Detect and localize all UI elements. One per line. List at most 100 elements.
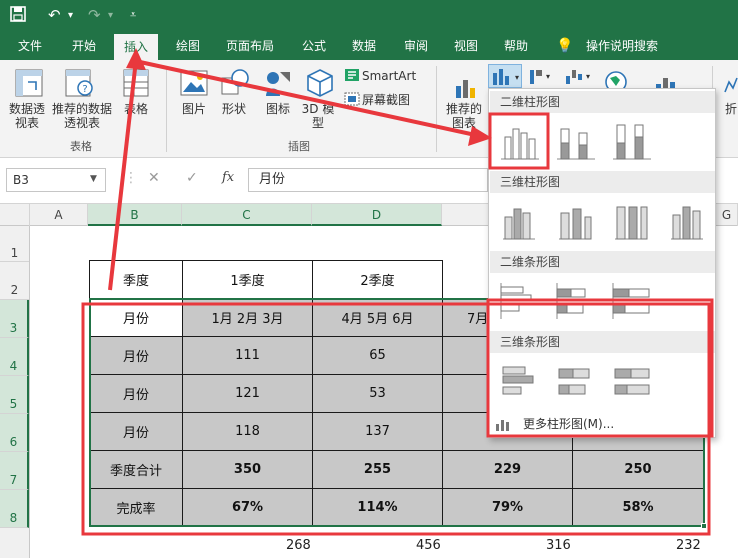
tab-formulas[interactable]: 公式 [292,32,336,60]
table-cell[interactable]: 229 [442,450,573,489]
tab-insert[interactable]: 插入 [114,34,158,60]
3d-clustered-bar-option[interactable] [497,359,541,403]
redo-icon[interactable]: ↷ [88,6,101,24]
3d-clustered-column-option[interactable] [497,199,541,243]
column-header-g[interactable]: G [716,204,738,226]
table-cell[interactable]: 4月 5月 6月 [312,298,443,337]
table-cell[interactable]: 114% [312,488,443,527]
tab-file[interactable]: 文件 [8,32,52,60]
cell-value: 316 [546,538,571,553]
row-header-1[interactable]: 1 [0,226,29,262]
table-cell[interactable]: 月份 [89,374,183,413]
table-cell[interactable]: 137 [312,412,443,451]
table-cell[interactable]: 67% [182,488,313,527]
column-header-b[interactable]: B [88,204,182,226]
100-stacked-bar-option[interactable] [609,279,653,323]
column-header-a[interactable]: A [30,204,88,226]
tab-view[interactable]: 视图 [444,32,488,60]
table-cell[interactable]: 255 [312,450,443,489]
row-header-2[interactable]: 2 [0,262,29,300]
redo-dropdown-icon[interactable]: ▾ [108,10,113,21]
undo-icon[interactable]: ↶ [48,6,61,24]
formula-input[interactable]: 月份 [248,168,488,192]
table-cell[interactable]: 月份 [89,412,183,451]
clustered-column-option[interactable] [497,119,541,163]
row-header-5[interactable]: 5 [0,376,29,414]
stacked-column-option[interactable] [553,119,597,163]
column-chart-button[interactable]: ▾ [488,64,522,88]
icons-button[interactable]: 图标 [264,102,292,116]
column-header-c[interactable]: C [182,204,312,226]
table-header-cell[interactable]: 1季度 [182,260,313,299]
table-cell-active[interactable]: 月份 [89,298,183,337]
3d-model-button[interactable]: 3D 模型 [300,102,336,130]
table-cell[interactable]: 月份 [89,336,183,375]
tell-me-search[interactable]: 操作说明搜索 [580,32,664,60]
shapes-button[interactable]: 形状 [218,102,250,116]
more-column-charts-link[interactable]: 更多柱形图(M)... [495,413,711,435]
row-header-8[interactable]: 8 [0,490,29,528]
select-all-corner[interactable] [0,204,30,226]
row-header-6[interactable]: 6 [0,414,29,452]
tab-page-layout[interactable]: 页面布局 [218,32,282,60]
pivot-table-button[interactable]: 数据透视表 [6,102,48,130]
3d-stacked-column-option[interactable] [553,199,597,243]
100-stacked-column-option[interactable] [609,119,653,163]
table-header-cell[interactable]: 2季度 [312,260,443,299]
3d-100-stacked-column-option[interactable] [609,199,653,243]
3d-stacked-bar-option[interactable] [553,359,597,403]
row-header-4[interactable]: 4 [0,338,29,376]
table-cell[interactable]: 完成率 [89,488,183,527]
sparkline-button[interactable]: 折 [724,102,738,116]
table-cell[interactable]: 季度合计 [89,450,183,489]
group-label-tables: 表格 [70,140,92,153]
recommended-pivot-button[interactable]: 推荐的数据透视表 [50,102,114,130]
ribbon-tabs: 文件 开始 插入 绘图 页面布局 公式 数据 审阅 视图 帮助 💡 操作说明搜索 [0,32,738,60]
column-header-d[interactable]: D [312,204,442,226]
tab-data[interactable]: 数据 [342,32,386,60]
cancel-icon[interactable]: ✕ [148,170,160,186]
table-cell[interactable]: 111 [182,336,313,375]
recommended-charts-button[interactable]: 推荐的图表 [444,102,484,130]
waterfall-chart-icon[interactable]: ▾ [564,66,594,89]
table-button[interactable]: 表格 [120,102,152,116]
name-box-dropdown-icon[interactable]: ▼ [90,174,97,184]
tab-review[interactable]: 审阅 [394,32,438,60]
table-cell[interactable]: 250 [572,450,704,489]
3d-column-option[interactable] [665,199,709,243]
row-header-7[interactable]: 7 [0,452,29,490]
tab-draw[interactable]: 绘图 [166,32,210,60]
more-icon: ⋮ [124,170,138,186]
undo-dropdown-icon[interactable]: ▾ [68,10,73,21]
save-icon[interactable] [10,6,26,26]
table-cell[interactable]: 53 [312,374,443,413]
cell-value: 268 [286,538,311,553]
fill-handle[interactable] [701,523,707,529]
3d-100-stacked-bar-option[interactable] [609,359,653,403]
tab-home[interactable]: 开始 [62,32,106,60]
stacked-bar-option[interactable] [553,279,597,323]
table-cell[interactable]: 79% [442,488,573,527]
clustered-bar-option[interactable] [497,279,541,323]
table-cell[interactable]: 118 [182,412,313,451]
tab-help[interactable]: 帮助 [494,32,538,60]
table-cell[interactable]: 1月 2月 3月 [182,298,313,337]
recommended-charts-icon [454,74,480,103]
insert-function-icon[interactable]: fx [222,170,234,185]
table-header-cell[interactable]: 季度 [89,260,183,299]
ribbon-divider [436,66,437,152]
table-cell[interactable]: 58% [572,488,704,527]
table-cell[interactable]: 350 [182,450,313,489]
picture-button[interactable]: 图片 [178,102,210,116]
row-headers: 1 2 3 4 5 6 7 8 [0,226,30,558]
customize-toolbar-icon[interactable]: ⩡ [130,8,136,22]
enter-icon[interactable]: ✓ [186,170,198,186]
row-header-3[interactable]: 3 [0,300,29,338]
line-chart-icon[interactable]: ▾ [528,66,558,89]
sparkline-icon[interactable] [724,74,738,99]
table-cell[interactable]: 121 [182,374,313,413]
table-cell[interactable]: 65 [312,336,443,375]
group-label-illustrations: 插图 [288,140,310,153]
smartart-button[interactable]: SmartArt [362,69,422,83]
screenshot-button[interactable]: 屏幕截图 [362,93,422,107]
